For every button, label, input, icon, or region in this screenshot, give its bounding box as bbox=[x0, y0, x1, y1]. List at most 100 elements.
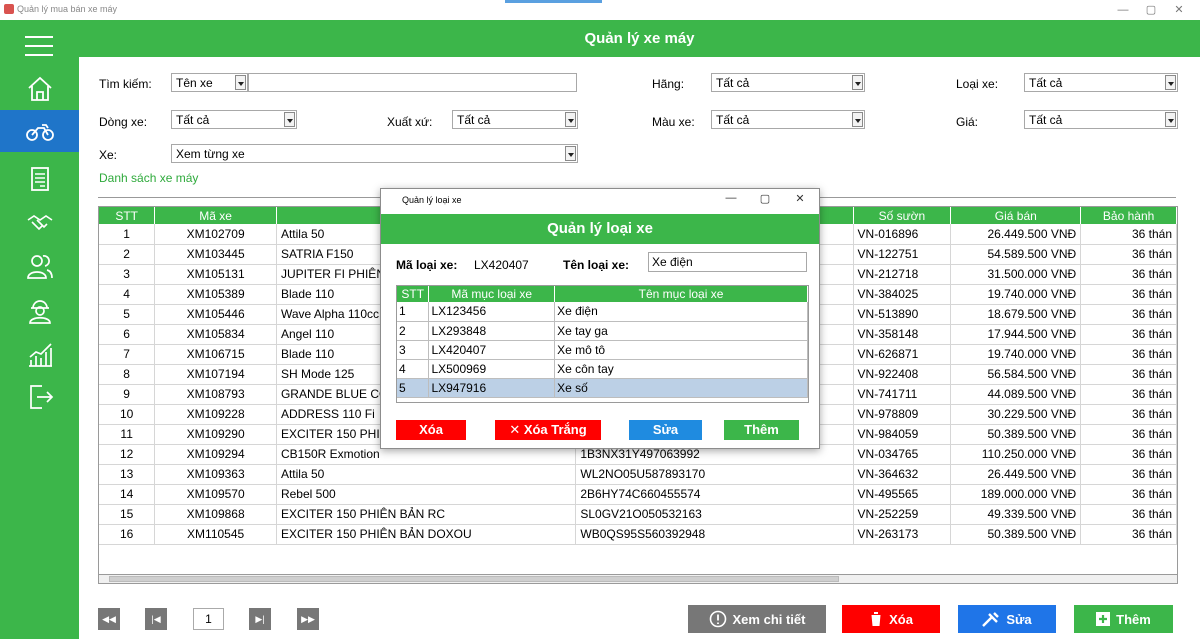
sidebar-item-logout[interactable] bbox=[0, 376, 79, 418]
chevron-down-icon[interactable] bbox=[565, 112, 576, 127]
column-header-warranty[interactable]: Bảo hành bbox=[1080, 207, 1177, 224]
view-detail-label: Xem chi tiết bbox=[732, 611, 806, 627]
first-page-button[interactable]: ◀◀ bbox=[98, 608, 120, 630]
sidebar-item-deal[interactable] bbox=[0, 202, 79, 244]
table-cell: Rebel 500 bbox=[276, 484, 577, 505]
list-item[interactable]: 2 LX293848 Xe tay ga bbox=[397, 321, 808, 341]
add-button[interactable]: Thêm bbox=[1074, 605, 1173, 633]
type-value: Tất cả bbox=[1029, 76, 1063, 90]
next-page-button[interactable]: ▶| bbox=[249, 608, 271, 630]
chevron-down-icon[interactable] bbox=[852, 75, 863, 90]
dialog-header: Quản lý loại xe bbox=[381, 214, 819, 244]
table-cell: 9 bbox=[99, 384, 156, 405]
table-cell: 54.589.500 VNĐ bbox=[950, 244, 1082, 265]
table-row[interactable]: 13 XM109363 Attila 50 WL2NO05U587893170 VN-3… bbox=[99, 464, 1177, 485]
brand-select[interactable]: Tất cả bbox=[711, 73, 865, 92]
type-select[interactable]: Tất cả bbox=[1024, 73, 1178, 92]
color-value: Tất cả bbox=[716, 113, 750, 127]
view-detail-button[interactable]: Xem chi tiết bbox=[688, 605, 826, 633]
table-cell: 13 bbox=[99, 464, 156, 485]
table-cell: 4 bbox=[99, 284, 156, 305]
prev-page-button[interactable]: |◀ bbox=[145, 608, 167, 630]
list-item[interactable]: 4 LX500969 Xe côn tay bbox=[397, 359, 808, 379]
dialog-add-button[interactable]: Thêm bbox=[724, 420, 799, 440]
chevron-down-icon[interactable] bbox=[852, 112, 863, 127]
view-select[interactable]: Xem từng xe bbox=[171, 144, 578, 163]
dialog-edit-button[interactable]: Sửa bbox=[629, 420, 702, 440]
dialog-maximize-button[interactable]: ▢ bbox=[755, 192, 775, 208]
table-cell: VN-212718 bbox=[853, 264, 952, 285]
sidebar-item-home[interactable] bbox=[0, 68, 79, 110]
edit-button[interactable]: Sửa bbox=[958, 605, 1056, 633]
column-header-stt[interactable]: STT bbox=[99, 207, 156, 224]
color-select[interactable]: Tất cả bbox=[711, 110, 865, 129]
table-cell: VN-513890 bbox=[853, 304, 952, 325]
table-cell: XM105446 bbox=[154, 304, 277, 325]
line-value: Tất cả bbox=[176, 113, 210, 127]
sidebar-item-employees[interactable] bbox=[0, 290, 79, 332]
close-button[interactable]: ✕ bbox=[1166, 2, 1192, 18]
dialog-delete-button[interactable]: Xóa bbox=[396, 420, 466, 440]
table-cell: 5 bbox=[397, 378, 430, 398]
origin-select[interactable]: Tất cả bbox=[452, 110, 578, 129]
app-icon bbox=[4, 4, 14, 14]
column-header-item-code[interactable]: Mã mục loại xe bbox=[428, 286, 556, 302]
table-cell: 3 bbox=[99, 264, 156, 285]
hamburger-menu-icon[interactable] bbox=[25, 36, 53, 58]
vehicle-type-dialog: Quản lý loại xe — ▢ ✕ Quản lý loại xe Mã… bbox=[380, 188, 820, 449]
column-header-chassis[interactable]: Số sườn bbox=[853, 207, 952, 224]
brand-value: Tất cả bbox=[716, 76, 750, 90]
sidebar-item-statistics[interactable] bbox=[0, 334, 79, 376]
table-cell: VN-922408 bbox=[853, 364, 952, 385]
dialog-close-button[interactable]: ✕ bbox=[790, 192, 810, 208]
price-value: Tất cả bbox=[1029, 113, 1063, 127]
motorbike-icon bbox=[25, 124, 54, 141]
add-label: Thêm bbox=[1116, 611, 1151, 627]
type-name-input[interactable]: Xe điện bbox=[648, 252, 807, 272]
table-row[interactable]: 14 XM109570 Rebel 500 2B6HY74C660455574 VN-4… bbox=[99, 484, 1177, 505]
minimize-button[interactable]: — bbox=[1110, 2, 1136, 18]
table-cell: 2B6HY74C660455574 bbox=[575, 484, 854, 505]
table-cell: XM105131 bbox=[154, 264, 277, 285]
chevron-down-icon[interactable] bbox=[1165, 75, 1176, 90]
tools-icon bbox=[982, 612, 1000, 627]
last-page-button[interactable]: ▶▶ bbox=[297, 608, 319, 630]
scrollbar-thumb[interactable] bbox=[109, 576, 839, 582]
column-header-stt[interactable]: STT bbox=[397, 286, 430, 302]
page-number-input[interactable]: 1 bbox=[193, 608, 224, 630]
table-cell: 4 bbox=[397, 359, 430, 379]
line-select[interactable]: Tất cả bbox=[171, 110, 297, 129]
table-row[interactable]: 16 XM110545 EXCITER 150 PHIÊN BẢN DOXOU WB0… bbox=[99, 524, 1177, 545]
table-row[interactable]: 15 XM109868 EXCITER 150 PHIÊN BẢN RC SL0GV2… bbox=[99, 504, 1177, 525]
dialog-minimize-button[interactable]: — bbox=[721, 192, 741, 208]
list-item[interactable]: 3 LX420407 Xe mô tô bbox=[397, 340, 808, 360]
table-cell: EXCITER 150 PHIÊN BẢN DOXOU bbox=[276, 524, 577, 545]
table-cell: VN-978809 bbox=[853, 404, 952, 425]
table-cell: 19.740.000 VNĐ bbox=[950, 284, 1082, 305]
table-cell: XM109570 bbox=[154, 484, 277, 505]
chevron-down-icon[interactable] bbox=[284, 112, 295, 127]
color-label: Màu xe: bbox=[652, 115, 695, 129]
chevron-down-icon[interactable] bbox=[235, 75, 246, 90]
list-item[interactable]: 1 LX123456 Xe điện bbox=[397, 302, 808, 322]
chevron-down-icon[interactable] bbox=[565, 146, 576, 161]
sidebar-item-invoice[interactable] bbox=[0, 158, 79, 200]
chevron-down-icon[interactable] bbox=[1165, 112, 1176, 127]
sidebar-item-motorbike[interactable] bbox=[0, 110, 79, 152]
column-header-code[interactable]: Mã xe bbox=[154, 207, 277, 224]
price-select[interactable]: Tất cả bbox=[1024, 110, 1178, 129]
window-title: Quản lý mua bán xe máy bbox=[17, 4, 118, 14]
search-input[interactable] bbox=[248, 73, 577, 92]
table-cell: 56.584.500 VNĐ bbox=[950, 364, 1082, 385]
list-item[interactable]: 5 LX947916 Xe số bbox=[397, 378, 808, 398]
column-header-item-name[interactable]: Tên mục loại xe bbox=[554, 286, 808, 302]
horizontal-scrollbar[interactable] bbox=[98, 574, 1178, 584]
sidebar-item-customers[interactable] bbox=[0, 246, 79, 288]
maximize-button[interactable]: ▢ bbox=[1138, 2, 1164, 18]
column-header-price[interactable]: Giá bán bbox=[950, 207, 1082, 224]
table-cell: VN-741711 bbox=[853, 384, 952, 405]
table-cell: 26.449.500 VNĐ bbox=[950, 464, 1082, 485]
dialog-clear-button[interactable]: ✕ Xóa Trắng bbox=[495, 420, 601, 440]
search-by-select[interactable]: Tên xe bbox=[171, 73, 248, 92]
delete-button[interactable]: Xóa bbox=[842, 605, 940, 633]
